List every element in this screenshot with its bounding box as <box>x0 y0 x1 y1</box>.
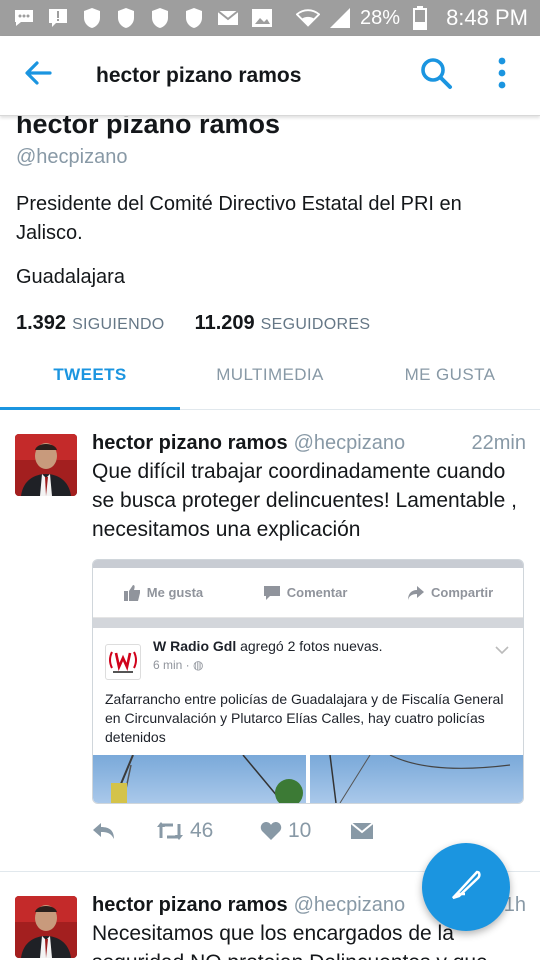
more-vertical-icon <box>498 57 506 94</box>
like-button[interactable]: 10 <box>260 819 350 843</box>
profile-header: hector pizano ramos @hecpizano President… <box>16 104 526 335</box>
retweet-button[interactable]: 46 <box>156 819 260 843</box>
alert-icon <box>46 7 70 29</box>
shield-icon <box>182 7 206 29</box>
photo-strip <box>93 560 523 568</box>
shield-icon <box>148 7 172 29</box>
image-icon <box>250 7 274 29</box>
fb-photo <box>310 755 523 803</box>
followers-label: SEGUIDORES <box>260 316 371 333</box>
chat-icon <box>12 7 36 29</box>
fb-post-title: W Radio Gdl agregó 2 fotos nuevas. <box>153 638 383 654</box>
tweet-timestamp: 22min <box>471 432 526 454</box>
heart-icon <box>260 822 282 840</box>
compose-feather-icon <box>449 868 483 907</box>
tweet-header: hector pizano ramos @hecpizano 22min <box>92 429 526 457</box>
compose-tweet-button[interactable] <box>422 843 510 931</box>
fb-page-action: agregó 2 fotos nuevas. <box>236 638 383 654</box>
following-count: 1.392 <box>16 312 67 334</box>
like-count: 10 <box>288 819 312 842</box>
globe-icon: ◍ <box>193 658 204 672</box>
battery-icon <box>408 6 432 30</box>
followers-count: 11.209 <box>194 312 255 334</box>
envelope-icon <box>350 822 374 839</box>
tweet-media[interactable]: Me gusta Comentar Compartir W Radio Gdl … <box>92 559 524 804</box>
tab-multimedia[interactable]: MULTIMEDIA <box>180 340 360 409</box>
fb-comment: Comentar <box>263 585 348 601</box>
profile-handle: @hecpizano <box>16 146 128 168</box>
tweet-author-handle[interactable]: @hecpizano <box>294 891 405 919</box>
fb-like-label: Me gusta <box>146 585 204 600</box>
followers-stat[interactable]: 11.209 SEGUIDORES <box>195 312 371 335</box>
fb-like: Me gusta <box>123 584 204 601</box>
fb-post-header: W Radio Gdl agregó 2 fotos nuevas. 6 min… <box>105 638 511 680</box>
tweet-author-name[interactable]: hector pizano ramos <box>92 891 288 919</box>
fb-actions-bar: Me gusta Comentar Compartir <box>93 568 523 618</box>
tweet-actions: 46 10 <box>92 819 374 843</box>
fb-divider <box>93 618 523 628</box>
mail-icon <box>216 7 240 29</box>
more-options-button[interactable] <box>464 36 540 116</box>
profile-stats: 1.392 SIGUIENDO 11.209 SEGUIDORES <box>16 312 526 335</box>
tweet-body: hector pizano ramos @hecpizano 22min Que… <box>92 429 526 544</box>
retweet-count: 46 <box>190 819 214 842</box>
search-button[interactable] <box>408 36 464 116</box>
share-icon <box>408 585 425 600</box>
tweet-author-handle[interactable]: @hecpizano <box>294 429 405 457</box>
fb-share: Compartir <box>407 585 493 601</box>
avatar[interactable] <box>15 896 77 958</box>
fb-post-text: Zafarrancho entre policías de Guadalajar… <box>105 691 504 745</box>
shield-icon <box>114 7 138 29</box>
shield-icon <box>80 7 104 29</box>
signal-icon <box>328 7 352 29</box>
fb-comment-label: Comentar <box>286 585 348 600</box>
facebook-screenshot: Me gusta Comentar Compartir W Radio Gdl … <box>93 560 523 803</box>
tweet-author-name[interactable]: hector pizano ramos <box>92 429 288 457</box>
search-icon <box>419 56 453 95</box>
reply-button[interactable] <box>92 822 156 840</box>
fb-post: W Radio Gdl agregó 2 fotos nuevas. 6 min… <box>93 628 523 755</box>
profile-bio: Presidente del Comité Directivo Estatal … <box>16 193 462 244</box>
following-stat[interactable]: 1.392 SIGUIENDO <box>16 312 165 335</box>
fb-photo <box>93 755 306 803</box>
app-bar-title: hector pizano ramos <box>96 63 302 87</box>
thumbs-up-icon <box>123 584 140 601</box>
chevron-down-icon <box>495 642 509 658</box>
tweet[interactable]: hector pizano ramos @hecpizano 22min Que… <box>0 411 540 872</box>
back-arrow-icon <box>24 60 52 91</box>
clock: 8:48 PM <box>446 5 528 30</box>
direct-message-button[interactable] <box>350 822 374 840</box>
fb-post-time: 6 min · <box>153 658 190 672</box>
battery-percent: 28% <box>360 6 401 29</box>
avatar[interactable] <box>15 434 77 496</box>
fb-post-meta: 6 min · ◍ <box>153 658 383 672</box>
profile-tabs: TWEETS MULTIMEDIA ME GUSTA <box>0 340 540 410</box>
wifi-icon <box>296 7 321 29</box>
comment-icon <box>263 585 280 600</box>
app-bar: hector pizano ramos <box>0 36 540 116</box>
profile-location: Guadalajara <box>16 266 125 288</box>
fb-share-label: Compartir <box>431 585 494 600</box>
retweet-icon <box>157 822 183 840</box>
w-radio-logo <box>105 644 141 680</box>
reply-icon <box>93 823 114 839</box>
tab-tweets[interactable]: TWEETS <box>0 340 180 410</box>
status-bar: 28% 8:48 PM <box>0 0 540 36</box>
fb-photos <box>93 755 523 803</box>
following-label: SIGUIENDO <box>72 316 165 333</box>
back-button[interactable] <box>0 36 76 116</box>
tab-me-gusta[interactable]: ME GUSTA <box>360 340 540 409</box>
tweet-text: Que difícil trabajar coordinadamente cua… <box>92 460 517 541</box>
fb-page-name: W Radio Gdl <box>153 638 237 654</box>
